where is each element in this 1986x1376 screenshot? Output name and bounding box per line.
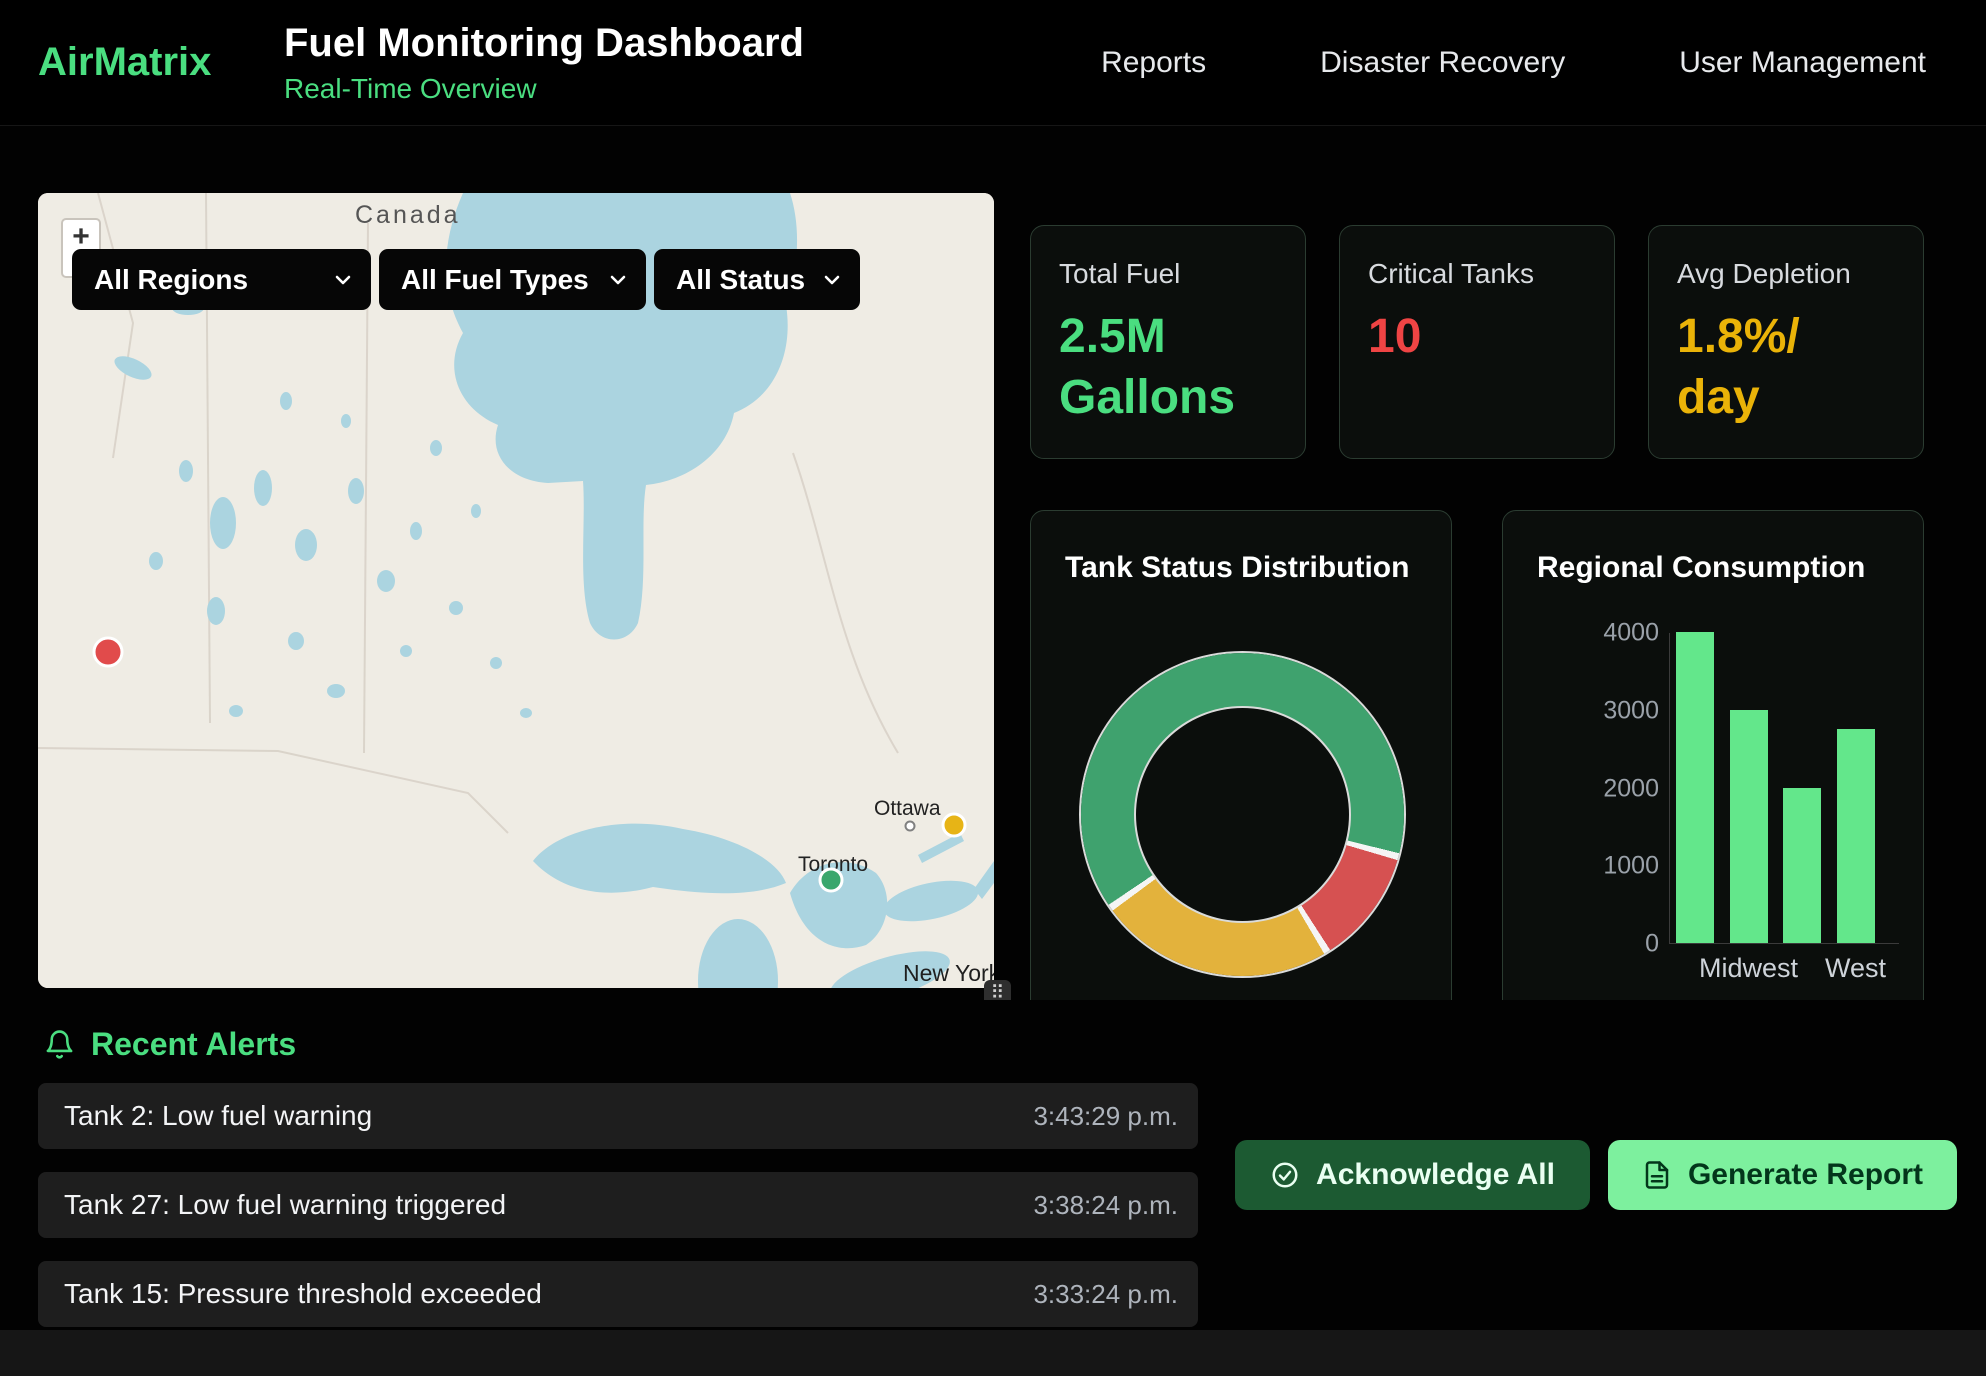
footer-strip [0,1330,1986,1376]
stat-label: Avg Depletion [1677,258,1895,290]
marker-green[interactable] [820,869,842,891]
alerts-section: Recent Alerts Tank 2: Low fuel warning 3… [0,1000,1986,1376]
regional-consumption-title: Regional Consumption [1537,551,1865,585]
alert-timestamp: 3:33:24 p.m. [1033,1279,1178,1310]
page-subtitle: Real-Time Overview [284,73,804,105]
alert-message: Tank 27: Low fuel warning triggered [64,1189,506,1221]
map-label-ottawa: Ottawa [874,797,941,820]
bar-x-label: Midwest [1699,953,1798,984]
main-content: Canada Ottawa Toronto New York + All Reg… [0,126,1986,1376]
alert-timestamp: 3:38:24 p.m. [1033,1190,1178,1221]
page-title: Fuel Monitoring Dashboard [284,21,804,66]
y-tick-label: 1000 [1591,852,1659,881]
nav-item-reports[interactable]: Reports [1101,46,1206,80]
alert-list: Tank 2: Low fuel warning 3:43:29 p.m. Ta… [38,1083,1198,1350]
nav-item-user-management[interactable]: User Management [1679,46,1926,80]
ottawa-town-dot [906,822,915,831]
app-logo[interactable]: AirMatrix [38,40,248,85]
generate-report-label: Generate Report [1688,1158,1923,1192]
bar-y-axis: 40003000200010000 [1591,633,1659,944]
y-tick-label: 2000 [1591,774,1659,803]
title-block: Fuel Monitoring Dashboard Real-Time Over… [284,21,804,105]
regions-filter-select[interactable]: All Regions [72,249,371,310]
bar [1730,710,1768,943]
alert-message: Tank 2: Low fuel warning [64,1100,372,1132]
donut-hole [1134,706,1351,923]
nav-item-disaster-recovery[interactable]: Disaster Recovery [1320,46,1565,80]
map-filters: All Regions All Fuel Types All Status [72,249,860,310]
main-nav: Reports Disaster Recovery User Managemen… [1101,46,1926,80]
chevron-down-icon [820,268,844,292]
stat-value: 2.5M Gallons [1059,306,1277,429]
stat-value-line1: 2.5M [1059,306,1277,367]
alert-timestamp: 3:43:29 p.m. [1033,1101,1178,1132]
map-panel: Canada Ottawa Toronto New York + All Reg… [38,193,994,988]
tank-status-card: Tank Status Distribution [1030,510,1452,1070]
stat-value-line1: 1.8%/ [1677,306,1895,367]
fuel-type-filter-select[interactable]: All Fuel Types [379,249,646,310]
stats-row: Total Fuel 2.5M Gallons Critical Tanks 1… [1030,225,1924,459]
regions-filter-label: All Regions [94,264,248,296]
chevron-down-icon [606,268,630,292]
stat-value-line1: 10 [1368,306,1586,367]
stat-value: 10 [1368,306,1586,367]
map-label-new-york: New York [903,960,994,986]
document-icon [1642,1160,1672,1190]
alert-row[interactable]: Tank 2: Low fuel warning 3:43:29 p.m. [38,1083,1198,1149]
acknowledge-all-button[interactable]: Acknowledge All [1235,1140,1590,1210]
stat-value: 1.8%/ day [1677,306,1895,429]
map-label-country: Canada [355,201,461,229]
charts-row: Tank Status Distribution Regional Consum… [1030,510,1924,1070]
status-filter-label: All Status [676,264,805,296]
marker-red[interactable] [94,638,122,666]
stat-value-line2: Gallons [1059,367,1277,428]
tank-status-donut [1081,653,1404,976]
tank-status-title: Tank Status Distribution [1065,551,1409,585]
alert-row[interactable]: Tank 15: Pressure threshold exceeded 3:3… [38,1261,1198,1327]
alerts-title: Recent Alerts [91,1026,296,1063]
regional-consumption-card: Regional Consumption 4000 3000 2000 1000 0 M… [1502,510,1924,1070]
generate-report-button[interactable]: Generate Report [1608,1140,1957,1210]
stat-card-total-fuel: Total Fuel 2.5M Gallons [1030,225,1306,459]
alert-message: Tank 15: Pressure threshold exceeded [64,1278,542,1310]
acknowledge-all-label: Acknowledge All [1316,1158,1555,1192]
chevron-down-icon [331,268,355,292]
bar-x-label: West [1825,953,1886,984]
check-circle-icon [1270,1160,1300,1190]
bar [1676,632,1714,943]
stat-card-avg-depletion: Avg Depletion 1.8%/ day [1648,225,1924,459]
marker-yellow[interactable] [943,814,965,836]
stat-label: Critical Tanks [1368,258,1586,290]
bell-icon [44,1029,75,1060]
y-tick-label: 0 [1591,930,1659,959]
stat-value-line2: day [1677,367,1895,428]
y-tick-label: 3000 [1591,696,1659,725]
bar-plot: MidwestWest [1669,633,1899,944]
alerts-header: Recent Alerts [44,1026,296,1063]
app-header: AirMatrix Fuel Monitoring Dashboard Real… [0,0,1986,126]
alert-row[interactable]: Tank 27: Low fuel warning triggered 3:38… [38,1172,1198,1238]
status-filter-select[interactable]: All Status [654,249,860,310]
stat-label: Total Fuel [1059,258,1277,290]
bar [1837,729,1875,943]
bar [1783,788,1821,944]
fuel-type-filter-label: All Fuel Types [401,264,589,296]
stat-card-critical-tanks: Critical Tanks 10 [1339,225,1615,459]
y-tick-label: 4000 [1591,619,1659,648]
map-canvas[interactable]: Canada Ottawa Toronto New York [38,193,994,988]
